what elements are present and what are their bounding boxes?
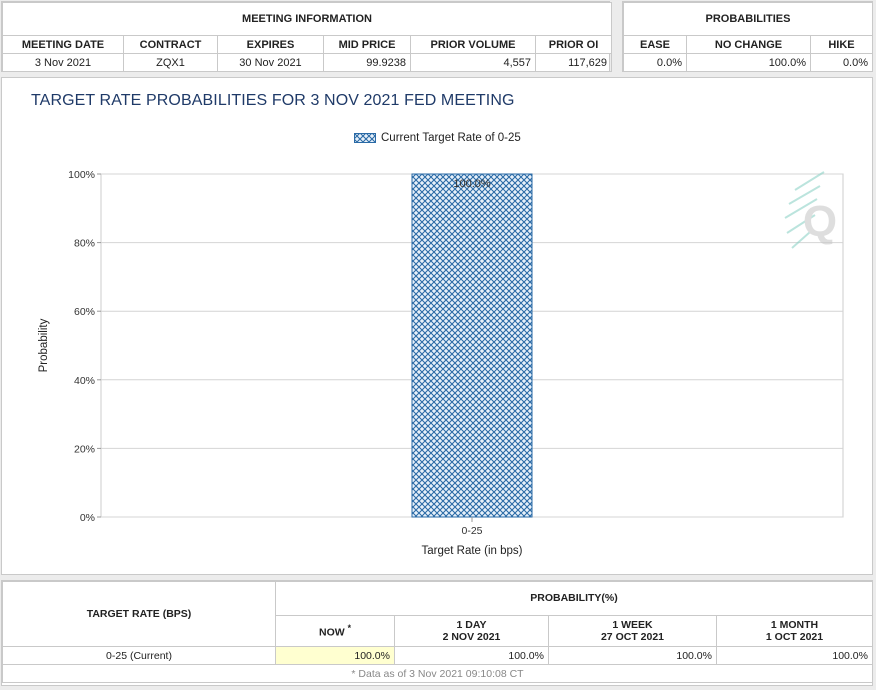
ease-value: 0.0%	[623, 53, 687, 72]
column-header-ease: EASE	[623, 35, 687, 54]
column-header-meeting-date: MEETING DATE	[2, 35, 124, 54]
chart-panel: TARGET RATE PROBABILITIES FOR 3 NOV 2021…	[1, 77, 873, 575]
prior-volume-value: 4,557	[410, 53, 536, 72]
one-day-label: 1 DAY	[456, 618, 487, 631]
one-week-date: 27 OCT 2021	[600, 630, 665, 643]
column-header-contract: CONTRACT	[123, 35, 218, 54]
column-header-expires: EXPIRES	[217, 35, 324, 54]
column-header-prior-oi: PRIOR OI	[534, 35, 613, 54]
data-timestamp-footnote: * Data as of 3 Nov 2021 09:10:08 CT	[2, 664, 873, 683]
meeting-information-table: MEETING INFORMATION MEETING DATE CONTRAC…	[1, 2, 613, 72]
meeting-information-panel: MEETING INFORMATION MEETING DATE CONTRAC…	[1, 1, 613, 72]
hike-value: 0.0%	[809, 53, 874, 72]
table-row: 0.0% 100.0% 0.0%	[623, 53, 874, 72]
x-tick-label: 0-25	[461, 525, 482, 537]
now-label: NOW	[319, 626, 345, 639]
probabilities-panel: PROBABILITIES EASE NO CHANGE HIKE 0.0% 1…	[622, 1, 874, 72]
y-tick-label: 20%	[74, 443, 95, 455]
column-header-mid-price: MID PRICE	[323, 35, 411, 54]
column-header-hike: HIKE	[809, 35, 874, 54]
column-header-no-change: NO CHANGE	[686, 35, 811, 54]
q-logo-icon: Q	[784, 171, 837, 249]
prior-oi-value: 117,629	[534, 53, 613, 72]
expires-value: 30 Nov 2021	[217, 53, 324, 72]
one-week-value: 100.0%	[548, 646, 717, 665]
contract-value: ZQX1	[123, 53, 218, 72]
y-tick-label: 100%	[68, 169, 95, 181]
now-marker: *	[347, 623, 351, 633]
data-label: 100.0%	[453, 178, 491, 190]
y-tick-label: 40%	[74, 375, 95, 387]
y-tick-label: 0%	[80, 512, 95, 524]
bar-0-25[interactable]	[411, 173, 533, 518]
bar-chart: 100.0% 0% 20% 40% 60% 80% 100% Probability 0-25…	[38, 169, 844, 557]
one-day-header: 1 DAY 2 NOV 2021	[394, 614, 549, 648]
now-value: 100.0%	[275, 646, 395, 665]
y-tick-label: 60%	[74, 306, 95, 318]
one-week-header: 1 WEEK 27 OCT 2021	[548, 614, 717, 648]
mid-price-value: 99.9238	[323, 53, 411, 72]
table-row: 0-25 (Current) 100.0% 100.0% 100.0% 100.…	[2, 646, 873, 665]
target-rate-header: TARGET RATE (BPS)	[2, 581, 276, 647]
column-header-prior-volume: PRIOR VOLUME	[410, 35, 536, 54]
target-rate-value: 0-25 (Current)	[2, 646, 276, 665]
now-header: NOW *	[275, 614, 395, 648]
meeting-date-value: 3 Nov 2021	[2, 53, 124, 72]
one-week-label: 1 WEEK	[612, 618, 653, 631]
one-day-date: 2 NOV 2021	[442, 630, 501, 643]
probabilities-table: PROBABILITIES EASE NO CHANGE HIKE 0.0% 1…	[622, 2, 874, 72]
no-change-value: 100.0%	[686, 53, 811, 72]
one-day-value: 100.0%	[394, 646, 549, 665]
x-axis-label: Target Rate (in bps)	[422, 545, 523, 557]
one-month-value: 100.0%	[716, 646, 873, 665]
probabilities-header: PROBABILITIES	[622, 2, 874, 36]
one-month-label: 1 MONTH	[770, 618, 819, 631]
meeting-information-header: MEETING INFORMATION	[1, 2, 613, 36]
watermark-letter: Q	[803, 197, 837, 246]
table-row: 3 Nov 2021 ZQX1 30 Nov 2021 99.9238 4,55…	[2, 53, 613, 72]
one-month-date: 1 OCT 2021	[765, 630, 824, 643]
probability-header: PROBABILITY(%)	[275, 581, 873, 616]
one-month-header: 1 MONTH 1 OCT 2021	[716, 614, 873, 648]
y-tick-label: 80%	[74, 238, 95, 250]
target-rate-probability-panel: TARGET RATE (BPS) PROBABILITY(%) NOW * 1…	[1, 580, 873, 686]
target-rate-probability-table: TARGET RATE (BPS) PROBABILITY(%) NOW * 1…	[2, 581, 873, 683]
y-axis-label: Probability	[38, 318, 50, 372]
